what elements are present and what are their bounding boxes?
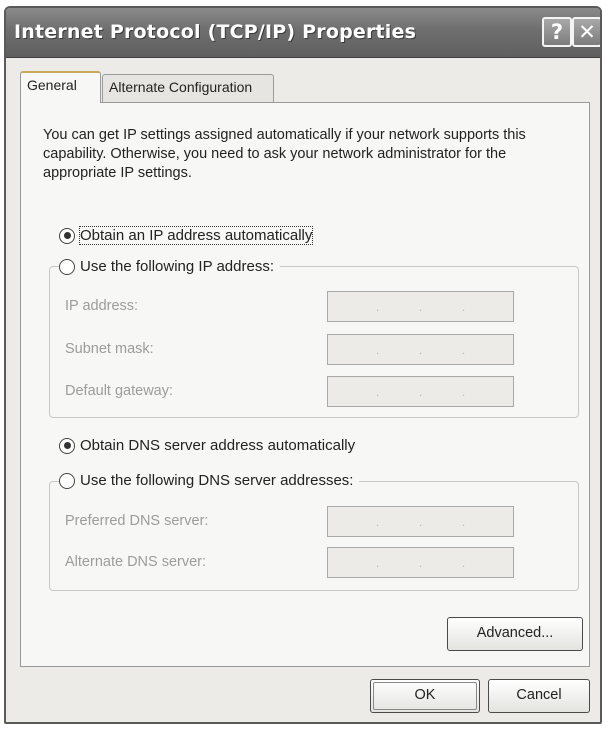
- ip-dot: .: [461, 342, 466, 357]
- cancel-button[interactable]: Cancel: [488, 679, 590, 713]
- subnet-mask-label: Subnet mask:: [65, 341, 154, 357]
- default-button-focus-ring: [373, 682, 477, 710]
- radio-selected-dot: [63, 442, 71, 449]
- intro-text: You can get IP settings assigned automat…: [43, 127, 526, 181]
- ip-dot: .: [418, 299, 423, 314]
- tab-alternate-label: Alternate Configuration: [109, 79, 253, 95]
- help-button[interactable]: ?: [542, 17, 572, 47]
- ip-auto-radio[interactable]: Obtain an IP address automatically: [59, 226, 319, 245]
- alternate-dns-label: Alternate DNS server:: [65, 554, 207, 570]
- preferred-dns-input[interactable]: . . .: [327, 506, 514, 537]
- tcpip-properties-dialog: Internet Protocol (TCP/IP) Properties ? …: [4, 6, 602, 724]
- ip-dot: .: [375, 514, 380, 529]
- radio-selected-dot: [63, 232, 71, 239]
- dns-manual-radio-circle[interactable]: [59, 472, 75, 489]
- ok-button[interactable]: OK: [370, 679, 480, 713]
- dns-auto-radio[interactable]: Obtain DNS server address automatically: [59, 437, 362, 454]
- general-tab-panel: You can get IP settings assigned automat…: [20, 102, 590, 667]
- alternate-dns-input[interactable]: . . .: [327, 547, 514, 578]
- title-bar[interactable]: Internet Protocol (TCP/IP) Properties ? …: [6, 8, 600, 58]
- ip-address-input[interactable]: . . .: [327, 291, 514, 322]
- ip-dot: .: [418, 342, 423, 357]
- ip-manual-radio-circle[interactable]: [59, 258, 75, 275]
- advanced-button-label: Advanced...: [476, 625, 554, 641]
- dns-manual-label: Use the following DNS server addresses:: [80, 472, 354, 489]
- ip-dot: .: [461, 514, 466, 529]
- help-icon: ?: [550, 20, 564, 44]
- ip-auto-radio-circle[interactable]: [59, 227, 75, 244]
- subnet-mask-input[interactable]: . . .: [327, 334, 514, 365]
- ip-address-label: IP address:: [65, 298, 139, 314]
- ip-dot: .: [375, 299, 380, 314]
- advanced-button[interactable]: Advanced...: [447, 617, 583, 651]
- tab-alternate-configuration[interactable]: Alternate Configuration: [102, 74, 274, 102]
- ip-dot: .: [375, 342, 380, 357]
- dns-manual-radio[interactable]: Use the following DNS server addresses:: [59, 472, 360, 489]
- tab-general[interactable]: General: [20, 71, 101, 103]
- preferred-dns-label: Preferred DNS server:: [65, 513, 209, 529]
- tab-general-label: General: [27, 77, 77, 93]
- close-button[interactable]: ✕: [572, 17, 600, 47]
- close-icon: ✕: [578, 20, 596, 44]
- dns-auto-radio-circle[interactable]: [59, 437, 75, 454]
- ip-dot: .: [418, 514, 423, 529]
- cancel-button-label: Cancel: [516, 687, 562, 703]
- ip-dot: .: [418, 555, 423, 570]
- ip-auto-label: Obtain an IP address automatically: [78, 226, 314, 245]
- default-gateway-label: Default gateway:: [65, 383, 174, 399]
- ip-dot: .: [461, 384, 466, 399]
- window-title: Internet Protocol (TCP/IP) Properties: [14, 21, 417, 43]
- ip-dot: .: [375, 555, 380, 570]
- ip-manual-radio[interactable]: Use the following IP address:: [59, 258, 280, 275]
- default-gateway-input[interactable]: . . .: [327, 376, 514, 407]
- ip-dot: .: [418, 384, 423, 399]
- ip-dot: .: [375, 384, 380, 399]
- dns-auto-label: Obtain DNS server address automatically: [80, 437, 356, 454]
- ip-dot: .: [461, 555, 466, 570]
- ip-manual-label: Use the following IP address:: [80, 258, 274, 275]
- ip-dot: .: [461, 299, 466, 314]
